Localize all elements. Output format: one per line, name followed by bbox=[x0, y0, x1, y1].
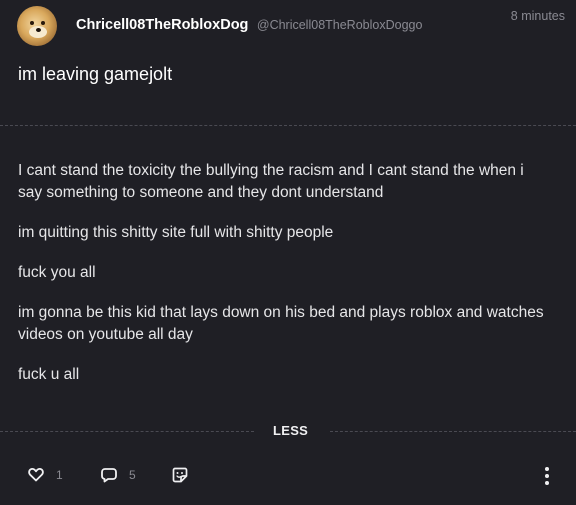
post-title: im leaving gamejolt bbox=[18, 64, 173, 84]
comment-count: 5 bbox=[129, 468, 136, 482]
sticker-button[interactable] bbox=[172, 467, 188, 483]
post-body: I cant stand the toxicity the bullying t… bbox=[18, 160, 548, 404]
post-timestamp[interactable]: 8 minutes bbox=[511, 9, 565, 23]
heart-icon bbox=[28, 467, 44, 482]
avatar-eye bbox=[41, 21, 45, 25]
body-paragraph: fuck you all bbox=[18, 264, 96, 281]
avatar-nose bbox=[36, 28, 41, 32]
like-count: 1 bbox=[56, 467, 63, 482]
like-button[interactable]: 1 bbox=[28, 467, 63, 482]
more-options-button[interactable] bbox=[544, 465, 550, 487]
avatar-eye bbox=[30, 21, 34, 25]
divider bbox=[330, 431, 576, 432]
avatar[interactable] bbox=[17, 6, 57, 46]
more-vertical-icon bbox=[545, 474, 549, 478]
divider bbox=[0, 125, 576, 126]
comment-bubble-icon bbox=[101, 467, 117, 483]
body-paragraph: fuck u all bbox=[18, 366, 80, 383]
divider bbox=[0, 431, 254, 432]
author-handle[interactable]: @Chricell08TheRobloxDoggo bbox=[257, 18, 423, 32]
body-paragraph: im gonna be this kid that lays down on h… bbox=[18, 304, 544, 343]
comment-button[interactable]: 5 bbox=[101, 467, 136, 483]
more-vertical-icon bbox=[545, 467, 549, 471]
action-bar: 1 5 bbox=[0, 462, 576, 490]
post-card: Chricell08TheRobloxDog @Chricell08TheRob… bbox=[0, 0, 576, 505]
collapse-row: LESS bbox=[0, 423, 576, 438]
less-button[interactable]: LESS bbox=[273, 423, 308, 438]
body-paragraph: I cant stand the toxicity the bullying t… bbox=[18, 162, 524, 201]
body-paragraph: im quitting this shitty site full with s… bbox=[18, 224, 334, 241]
author-display-name[interactable]: Chricell08TheRobloxDog bbox=[76, 17, 248, 33]
sticker-icon bbox=[172, 467, 188, 483]
post-header: Chricell08TheRobloxDog @Chricell08TheRob… bbox=[76, 16, 422, 34]
more-vertical-icon bbox=[545, 481, 549, 485]
